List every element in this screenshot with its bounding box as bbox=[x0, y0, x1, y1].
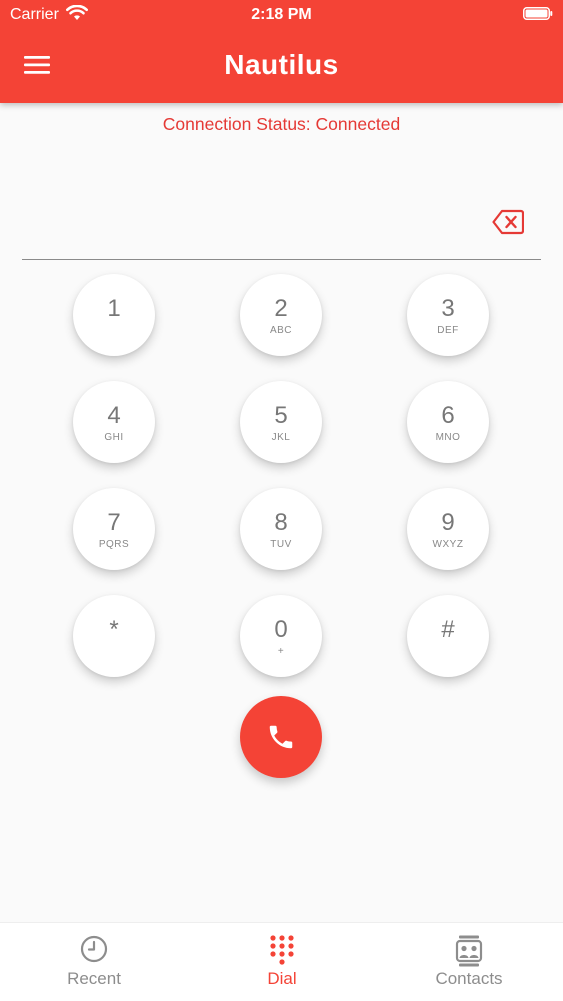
key-letters: ABC bbox=[269, 325, 293, 336]
call-button[interactable] bbox=[240, 696, 322, 778]
key-letters: WXYZ bbox=[432, 539, 464, 550]
key-letters: PQRS bbox=[98, 539, 130, 550]
key-star[interactable]: * bbox=[73, 595, 155, 677]
tab-contacts[interactable]: Contacts bbox=[375, 923, 563, 1001]
status-time: 2:18 PM bbox=[251, 6, 312, 23]
key-digit: 8 bbox=[274, 509, 288, 536]
key-digit: 6 bbox=[441, 402, 455, 429]
connection-status: Connection Status: Connected bbox=[162, 114, 401, 134]
app-header: Carrier 2:18 PM Nautilus bbox=[0, 0, 563, 103]
key-digit: 0 bbox=[274, 616, 288, 643]
key-9[interactable]: 9 WXYZ bbox=[407, 488, 489, 570]
tab-label: Contacts bbox=[435, 969, 503, 988]
battery-icon bbox=[523, 7, 553, 20]
key-4[interactable]: 4 GHI bbox=[73, 381, 155, 463]
contacts-icon bbox=[455, 935, 483, 967]
key-7[interactable]: 7 PQRS bbox=[73, 488, 155, 570]
key-digit: 7 bbox=[107, 509, 121, 536]
key-digit: 1 bbox=[107, 295, 121, 322]
tab-dial[interactable]: Dial bbox=[188, 923, 376, 1001]
key-6[interactable]: 6 MNO bbox=[407, 381, 489, 463]
key-0[interactable]: 0 + bbox=[240, 595, 322, 677]
key-letters: MNO bbox=[435, 432, 461, 443]
tab-label: Recent bbox=[67, 969, 121, 988]
clock-icon bbox=[80, 935, 108, 963]
key-digit: 9 bbox=[441, 509, 455, 536]
key-hash[interactable]: # bbox=[407, 595, 489, 677]
status-bar: Carrier 2:18 PM bbox=[0, 0, 563, 30]
key-digit: # bbox=[441, 616, 455, 643]
key-digit: 3 bbox=[441, 295, 455, 322]
key-letters: + bbox=[277, 646, 285, 657]
key-2[interactable]: 2 ABC bbox=[240, 274, 322, 356]
key-letters: TUV bbox=[270, 539, 292, 550]
backspace-icon[interactable] bbox=[492, 209, 524, 235]
dialpad-icon bbox=[270, 935, 294, 965]
key-digit: 4 bbox=[107, 402, 121, 429]
number-input-underline bbox=[22, 259, 541, 260]
bottom-tab-bar: Recent Dial Contacts bbox=[0, 922, 563, 1001]
app-title: Nautilus bbox=[224, 49, 339, 80]
phone-icon bbox=[269, 725, 293, 749]
key-letters: GHI bbox=[104, 432, 124, 443]
key-8[interactable]: 8 TUV bbox=[240, 488, 322, 570]
key-letters: JKL bbox=[271, 432, 291, 443]
key-digit: 2 bbox=[274, 295, 288, 322]
key-5[interactable]: 5 JKL bbox=[240, 381, 322, 463]
key-1[interactable]: 1 bbox=[73, 274, 155, 356]
tab-recent[interactable]: Recent bbox=[0, 923, 188, 1001]
key-digit: * bbox=[109, 616, 119, 643]
key-letters: DEF bbox=[437, 325, 459, 336]
key-3[interactable]: 3 DEF bbox=[407, 274, 489, 356]
key-digit: 5 bbox=[274, 402, 288, 429]
tab-label: Dial bbox=[267, 969, 297, 988]
